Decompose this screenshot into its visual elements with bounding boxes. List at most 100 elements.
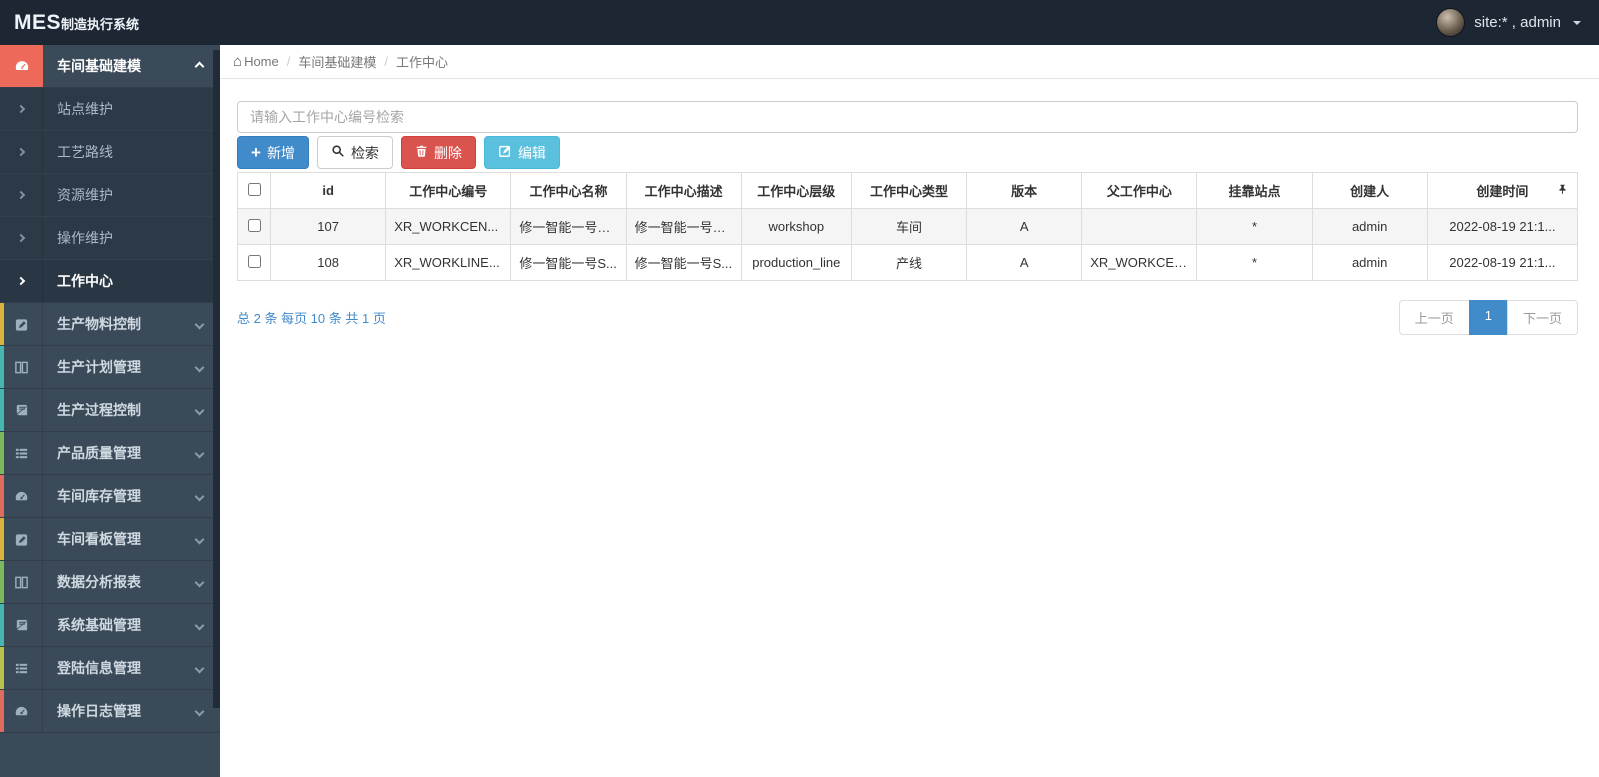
breadcrumb-item[interactable]: 车间基础建模 xyxy=(298,52,376,71)
edit-button[interactable]: 编辑 xyxy=(483,136,560,169)
table-cell: 修一智能一号车间 xyxy=(510,208,627,245)
category-color-strip xyxy=(0,561,4,603)
table-cell: 产线 xyxy=(850,244,968,281)
table-header-label: id xyxy=(322,183,334,198)
sidebar-item[interactable]: 登陆信息管理 xyxy=(0,647,220,690)
table-cell: production_line xyxy=(740,244,852,281)
delete-button-label: 删除 xyxy=(433,144,462,161)
table-header-cell: 工作中心编号 xyxy=(385,172,512,209)
chevron-down-icon xyxy=(194,706,205,716)
sidebar-item[interactable]: 产品质量管理 xyxy=(0,432,220,475)
sidebar-scrollbar[interactable] xyxy=(213,50,220,708)
gauge-icon xyxy=(0,690,43,732)
sidebar-item[interactable]: 车间看板管理 xyxy=(0,518,220,561)
table-header-label: 工作中心类型 xyxy=(869,184,948,199)
chevron-right-icon xyxy=(0,88,43,130)
table-header-label: 工作中心编号 xyxy=(409,184,488,199)
chevron-up-icon xyxy=(194,61,205,71)
table-cell: admin xyxy=(1311,244,1428,281)
user-menu-label: site:* , admin xyxy=(1474,14,1561,31)
table-header-cell: id xyxy=(270,172,387,209)
sidebar-item[interactable]: 系统基础管理 xyxy=(0,604,220,647)
sidebar-subitem-label: 工作中心 xyxy=(57,273,113,289)
search-input[interactable] xyxy=(237,101,1578,133)
next-page-button[interactable]: 下一页 xyxy=(1506,300,1578,335)
sidebar-subitem[interactable]: 工艺路线 xyxy=(0,131,220,174)
pin-icon[interactable] xyxy=(1557,183,1568,198)
sidebar-item-label: 数据分析报表 xyxy=(57,574,141,590)
plus-icon: + xyxy=(251,143,261,162)
table-row[interactable]: 108 XR_WORKLINE... 修一智能一号S... 修一智能一号S... pro… xyxy=(236,244,1579,281)
search-button-label: 检索 xyxy=(350,144,379,161)
book-icon xyxy=(0,604,43,646)
chevron-down-icon xyxy=(194,491,205,501)
row-checkbox[interactable] xyxy=(247,254,261,268)
table-header-cell: 工作中心类型 xyxy=(850,172,968,209)
sidebar-subitem[interactable]: 站点维护 xyxy=(0,88,220,131)
home-icon: ⌂ xyxy=(233,53,243,70)
sidebar-item[interactable]: 生产过程控制 xyxy=(0,389,220,432)
select-all-checkbox[interactable] xyxy=(247,182,261,196)
book-icon xyxy=(0,389,43,431)
toolbar: + 新增 检索 删除 编辑 xyxy=(237,136,1578,169)
chevron-down-icon xyxy=(194,362,205,372)
table-cell: 2022-08-19 21:1... xyxy=(1426,208,1579,245)
breadcrumb-separator: / xyxy=(286,54,291,69)
table-cell: 2022-08-19 21:1... xyxy=(1426,244,1579,281)
row-select-cell xyxy=(236,208,272,245)
gauge-icon xyxy=(0,45,43,87)
table-cell: * xyxy=(1196,244,1313,281)
table-cell: 修一智能一号S... xyxy=(625,244,742,281)
sidebar-subitem[interactable]: 操作维护 xyxy=(0,217,220,260)
pencil-square-icon xyxy=(0,518,43,560)
sidebar-item[interactable]: 生产计划管理 xyxy=(0,346,220,389)
category-color-strip xyxy=(0,346,4,388)
breadcrumb: ⌂ Home / 车间基础建模 / 工作中心 xyxy=(220,45,1599,79)
columns-icon xyxy=(0,346,43,388)
sidebar-collapsed-groups: 生产物料控制 生产计划管理 生产过程控制 产品质量管理 车间库存管理 车间看板管… xyxy=(0,303,220,733)
sidebar-subitem-active[interactable]: 工作中心 xyxy=(0,260,220,303)
table-header-cell: 创建人 xyxy=(1311,172,1428,209)
edit-button-label: 编辑 xyxy=(517,144,546,161)
sidebar-subitem[interactable]: 资源维护 xyxy=(0,174,220,217)
sidebar-item-label: 车间基础建模 xyxy=(57,58,141,74)
sidebar-item-label: 生产计划管理 xyxy=(57,359,141,375)
table-cell: 修一智能一号S... xyxy=(510,244,627,281)
page-1-button[interactable]: 1 xyxy=(1468,300,1508,335)
pager: 总 2 条 每页 10 条 共 1 页 上一页 1 下一页 xyxy=(237,300,1578,335)
chevron-right-icon xyxy=(0,260,43,302)
category-color-strip xyxy=(0,518,4,560)
table-row[interactable]: 107 XR_WORKCEN... 修一智能一号车间 修一智能一号车间 workshop… xyxy=(236,208,1579,245)
sidebar-subitem-label: 工艺路线 xyxy=(57,144,113,160)
sidebar-item-workshop-basic-modeling[interactable]: 车间基础建模 xyxy=(0,45,220,88)
table-cell: 108 xyxy=(270,244,387,281)
sidebar-item[interactable]: 操作日志管理 xyxy=(0,690,220,733)
row-checkbox[interactable] xyxy=(247,218,261,232)
breadcrumb-home[interactable]: Home xyxy=(244,54,279,69)
app-logo-suffix: 制造执行系统 xyxy=(61,16,140,32)
table-cell: 107 xyxy=(270,208,387,245)
sidebar-item[interactable]: 数据分析报表 xyxy=(0,561,220,604)
table-cell: workshop xyxy=(740,208,852,245)
search-button[interactable]: 检索 xyxy=(316,136,393,169)
category-color-strip xyxy=(0,389,4,431)
table-cell: 修一智能一号车间 xyxy=(625,208,742,245)
search-icon xyxy=(331,144,345,161)
sidebar-item[interactable]: 生产物料控制 xyxy=(0,303,220,346)
add-button-label: 新增 xyxy=(266,144,295,161)
prev-page-button[interactable]: 上一页 xyxy=(1398,300,1470,335)
table-header-cell: 创建时间 xyxy=(1426,172,1579,209)
app-logo: MES制造执行系统 xyxy=(0,11,220,35)
add-button[interactable]: + 新增 xyxy=(237,136,309,169)
table-cell: XR_WORKCEN... xyxy=(385,208,512,245)
user-menu[interactable]: site:* , admin xyxy=(1436,8,1599,37)
table-cell: XR_WORKLINE... xyxy=(385,244,512,281)
main-content: ⌂ Home / 车间基础建模 / 工作中心 + 新增 检索 删除 编辑 xyxy=(220,45,1599,777)
sidebar-item[interactable]: 车间库存管理 xyxy=(0,475,220,518)
table-header-label: 父工作中心 xyxy=(1106,184,1172,199)
category-color-strip xyxy=(0,303,4,345)
breadcrumb-separator: / xyxy=(384,54,389,69)
delete-button[interactable]: 删除 xyxy=(400,136,476,169)
sidebar-subitem-label: 操作维护 xyxy=(57,230,113,246)
chevron-down-icon xyxy=(194,620,205,630)
